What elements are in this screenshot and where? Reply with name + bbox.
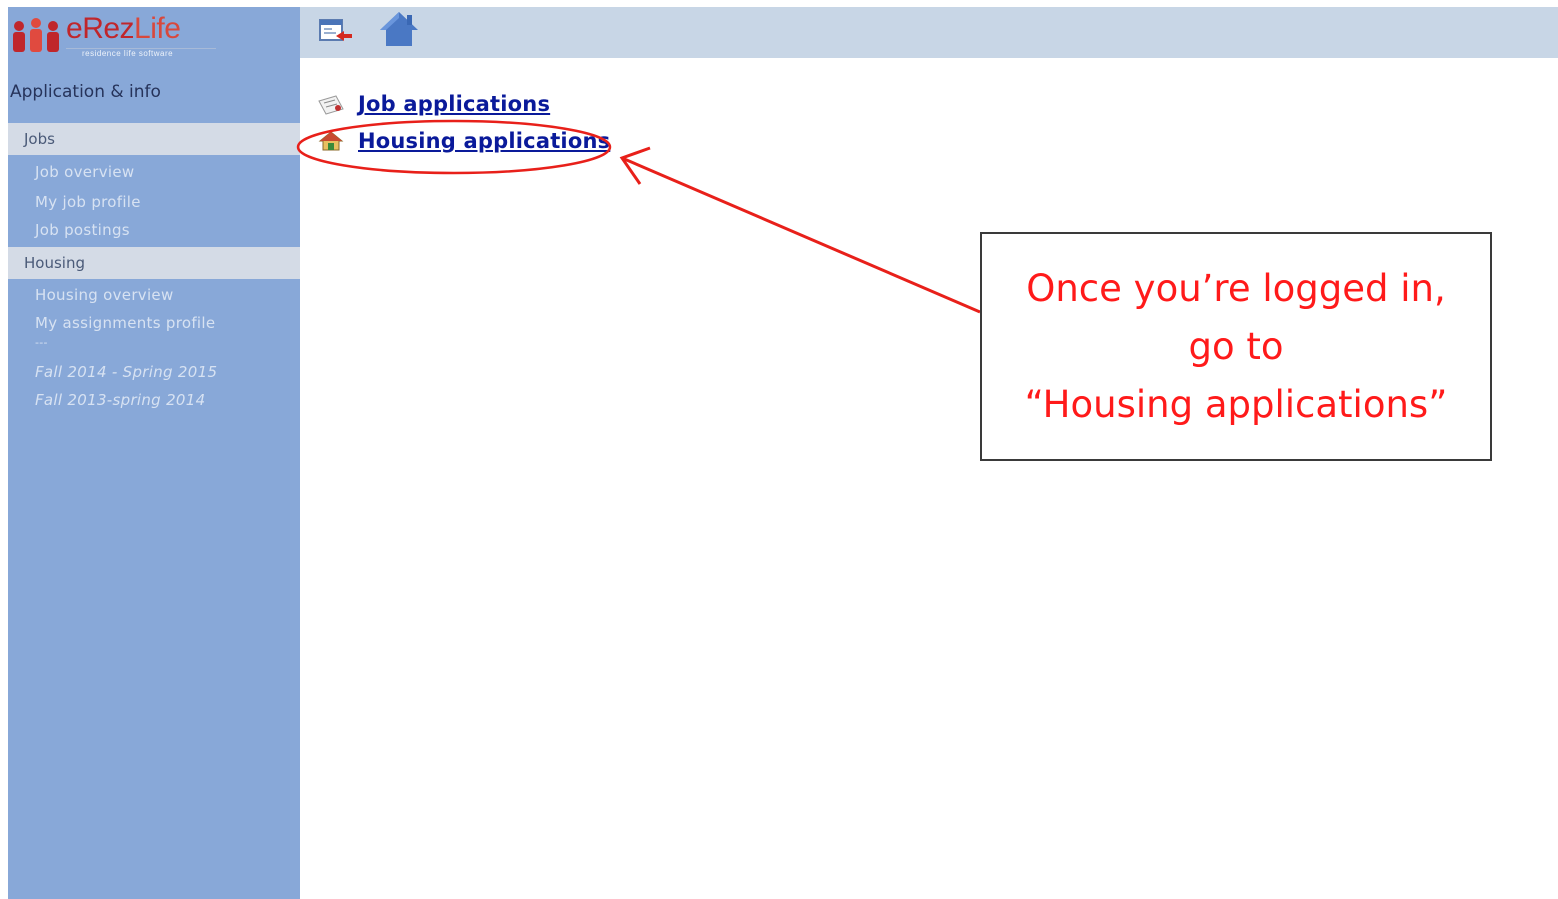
sidebar-item-term-fall-2014[interactable]: Fall 2014 - Spring 2015: [35, 363, 217, 381]
logo-wordmark: eRezLife: [66, 12, 181, 45]
job-applications-link[interactable]: Job applications: [358, 92, 550, 116]
erezlife-logo[interactable]: eRezLife residence life software: [10, 12, 220, 62]
sidebar-item-my-assignments-profile[interactable]: My assignments profile: [35, 314, 215, 332]
highlight-ellipse: [296, 119, 612, 175]
annotation-line-1: Once you’re logged in,: [1026, 266, 1446, 310]
sidebar-separator: ---: [35, 336, 48, 349]
sidebar-heading: Application & info: [10, 82, 161, 102]
annotation-line-2: go to: [1188, 324, 1284, 368]
annotation-callout: Once you’re logged in, go to “Housing ap…: [980, 232, 1492, 461]
sidebar-item-job-postings[interactable]: Job postings: [35, 221, 130, 239]
sidebar-item-job-overview[interactable]: Job overview: [35, 163, 134, 181]
top-toolbar: [300, 7, 1558, 58]
logo-tagline: residence life software: [82, 49, 174, 58]
sidebar-section-jobs[interactable]: Jobs: [8, 123, 300, 155]
sidebar-item-term-fall-2013[interactable]: Fall 2013-spring 2014: [35, 391, 205, 409]
sidebar-item-housing-overview[interactable]: Housing overview: [35, 286, 174, 304]
home-icon[interactable]: [378, 10, 420, 48]
annotation-line-3: “Housing applications”: [1024, 382, 1448, 426]
annotation-arrow: [619, 146, 981, 314]
document-icon: [318, 95, 344, 115]
annotation-text: Once you’re logged in, go to “Housing ap…: [1001, 260, 1471, 434]
people-logo-icon: [13, 18, 59, 52]
logout-icon[interactable]: [318, 18, 354, 46]
sidebar-section-housing[interactable]: Housing: [8, 247, 300, 279]
sidebar-item-my-job-profile[interactable]: My job profile: [35, 193, 141, 211]
job-applications-link-row[interactable]: Job applications: [316, 92, 550, 116]
